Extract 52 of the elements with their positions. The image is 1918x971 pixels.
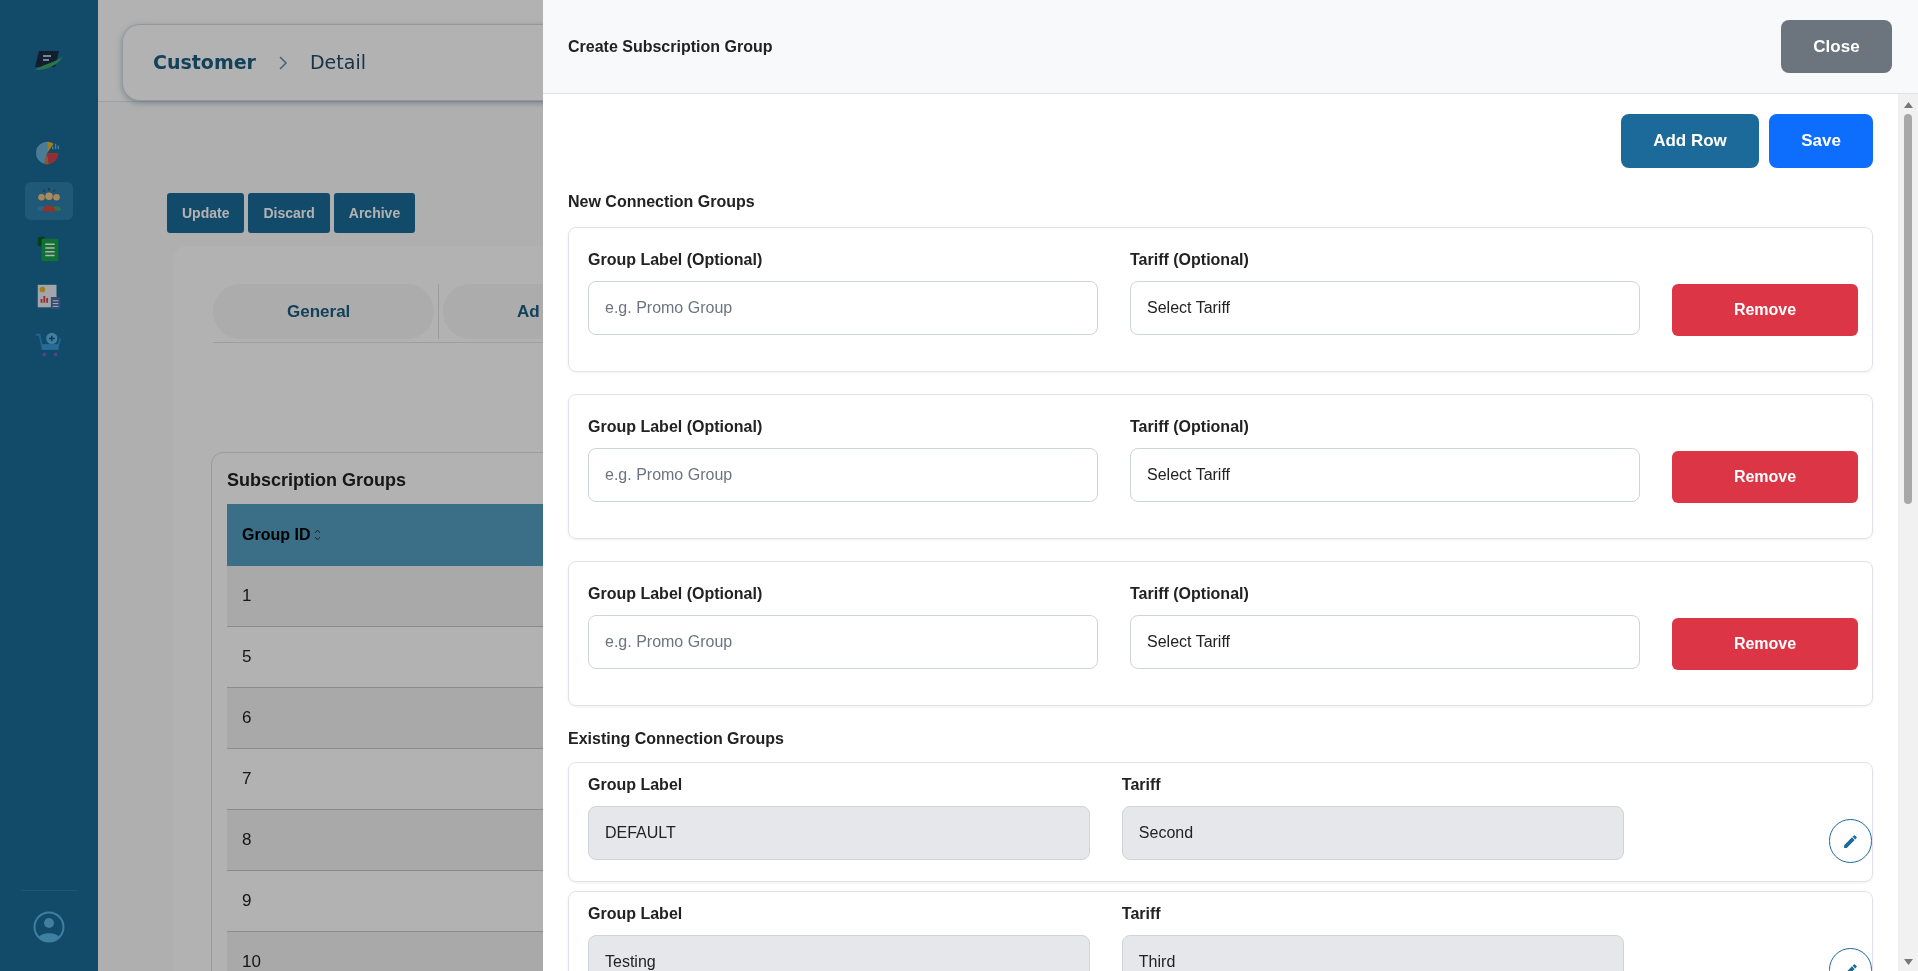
remove-button[interactable]: Remove [1672, 451, 1858, 503]
field-label: Tariff (Optional) [1130, 417, 1250, 437]
table-cell-text: 5 [242, 646, 252, 669]
user-avatar-icon[interactable] [33, 911, 65, 943]
action-button[interactable]: Archive [333, 193, 416, 233]
scrollbar-thumb[interactable] [1904, 114, 1912, 504]
field-label: Group Label [588, 775, 684, 795]
edit-button[interactable] [1828, 819, 1872, 863]
field-label: Group Label (Optional) [588, 250, 764, 270]
save-button[interactable]: Save [1769, 114, 1873, 168]
section-heading: Existing Connection Groups [568, 729, 785, 749]
breadcrumb-current: Detail [310, 50, 366, 76]
tab[interactable]: General [213, 284, 434, 339]
input-field[interactable]: e.g. Promo Group [588, 615, 1098, 669]
field-label: Tariff [1121, 775, 1162, 795]
field-label: Group Label (Optional) [588, 584, 764, 604]
readonly-field: DEFAULT [588, 806, 1090, 860]
table-cell-text: 8 [242, 829, 252, 852]
close-button[interactable]: Close [1781, 20, 1892, 73]
drawer-title: Create Subscription Group [568, 36, 773, 57]
table-cell-text: 10 [242, 951, 261, 971]
panel-title: Subscription Groups [227, 469, 406, 492]
tariff-select[interactable]: Select Tariff [1130, 281, 1640, 335]
field-label: Tariff [1121, 904, 1162, 924]
scroll-down-icon[interactable] [1903, 959, 1913, 965]
tariff-select[interactable]: Select Tariff [1130, 448, 1640, 502]
table-cell-text: 6 [242, 707, 252, 730]
input-field[interactable]: e.g. Promo Group [588, 448, 1098, 502]
field-label: Tariff (Optional) [1130, 584, 1250, 604]
add-row-button[interactable]: Add Row [1621, 114, 1759, 168]
readonly-field: Second [1121, 806, 1624, 860]
pencil-icon [1841, 832, 1859, 850]
table-cell-text: 1 [242, 585, 252, 608]
tariff-select[interactable]: Select Tariff [1130, 615, 1640, 669]
input-field[interactable]: e.g. Promo Group [588, 281, 1098, 335]
section-heading: New Connection Groups [568, 192, 756, 212]
table-cell-text: 9 [242, 890, 252, 913]
readonly-field: Third [1121, 935, 1624, 971]
action-button[interactable]: Update [167, 193, 245, 233]
readonly-field: Testing [588, 935, 1090, 971]
field-label: Group Label (Optional) [588, 417, 764, 437]
breadcrumb-link[interactable]: Customer [153, 48, 256, 77]
remove-button[interactable]: Remove [1672, 284, 1858, 336]
table-cell-text: 7 [242, 768, 252, 791]
sort-icon [314, 529, 322, 541]
sidebar-item[interactable] [25, 182, 73, 220]
field-label: Tariff (Optional) [1130, 250, 1250, 270]
action-button[interactable]: Discard [248, 193, 330, 233]
column-header[interactable]: Group ID [242, 523, 322, 547]
field-label: Group Label [588, 904, 684, 924]
remove-button[interactable]: Remove [1672, 618, 1858, 670]
chevron-right-icon [278, 54, 288, 71]
